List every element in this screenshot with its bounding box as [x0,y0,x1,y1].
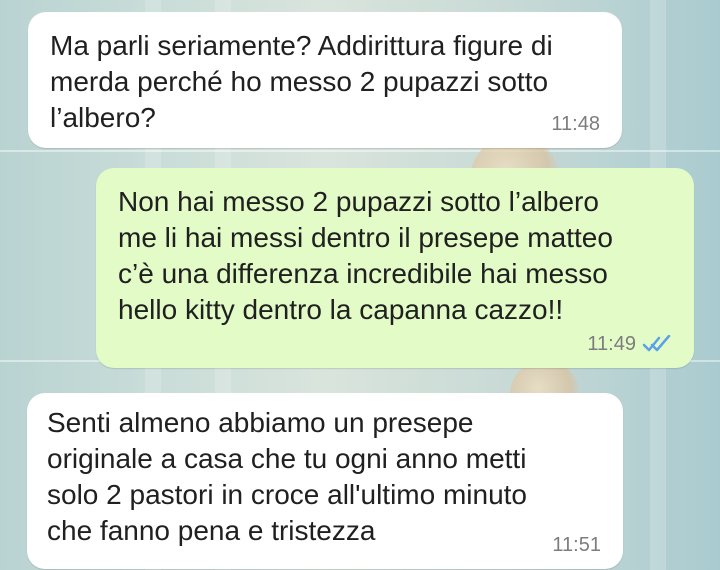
incoming-message-bubble[interactable]: Senti almeno abbiamo un presepe original… [27,393,623,569]
message-meta: 11:51 [552,535,601,555]
message-text: Non hai messo 2 pupazzi sotto l’albero m… [118,186,613,325]
double-check-icon [642,335,671,352]
message-time: 11:48 [551,113,600,135]
message-time: 11:51 [552,534,601,556]
message-list: Ma parli seriamente? Addirittura figure … [0,0,720,570]
message-text: Senti almeno abbiamo un presepe original… [47,407,528,546]
message-text: Ma parli seriamente? Addirittura figure … [50,30,553,133]
message-meta: 11:48 [551,114,600,134]
incoming-message-bubble[interactable]: Ma parli seriamente? Addirittura figure … [28,12,622,148]
message-time: 11:49 [587,333,636,355]
outgoing-message-bubble[interactable]: Non hai messo 2 pupazzi sotto l’albero m… [96,168,694,368]
message-meta: 11:49 [587,334,672,354]
